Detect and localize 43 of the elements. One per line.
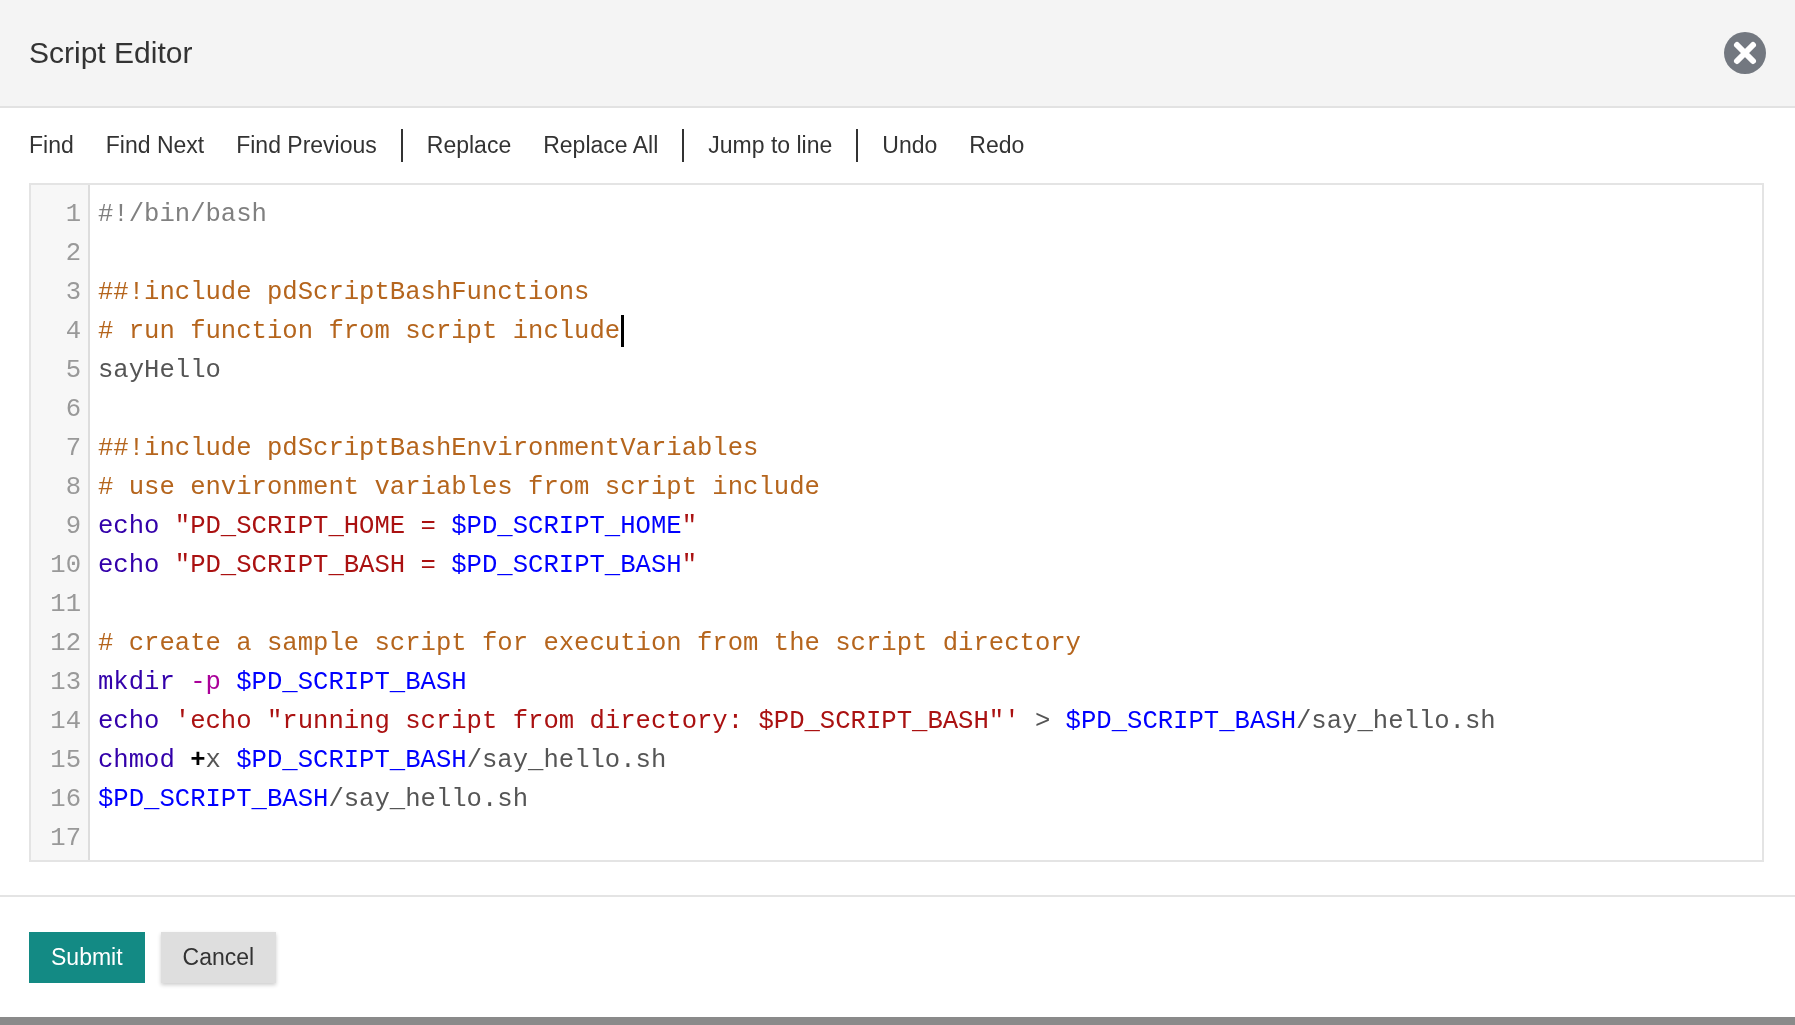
cancel-button[interactable]: Cancel — [160, 931, 277, 983]
dialog-title: Script Editor — [29, 35, 193, 70]
line-number: 10 — [49, 550, 81, 583]
toolbar-button[interactable]: Find Next — [105, 127, 205, 163]
toolbar-button[interactable]: Find Previous — [236, 127, 377, 163]
line-number: 7 — [64, 433, 81, 466]
line-number: 4 — [64, 316, 81, 349]
code-line: # use environment variables from script include — [98, 472, 820, 505]
line-number: 13 — [49, 667, 81, 700]
code-line: ##!include pdScriptBashEnvironmentVariables — [98, 433, 759, 466]
line-number: 1 — [64, 199, 81, 232]
line-number: 5 — [64, 355, 81, 388]
text-cursor — [621, 315, 625, 348]
line-number: 14 — [49, 706, 81, 739]
code-line: mkdir -p $PD_SCRIPT_BASH — [98, 667, 467, 700]
line-number: 15 — [49, 745, 81, 778]
line-number: 16 — [49, 784, 81, 817]
code-line: # run function from script include — [98, 316, 621, 349]
code-line: echo 'echo "running script from directory: $PD_SCRIPT_BASH"' > $PD_SCRIPT_BASH/say_hello.sh — [98, 706, 1496, 739]
line-number: 2 — [64, 238, 81, 271]
code-line: echo "PD_SCRIPT_HOME = $PD_SCRIPT_HOME" — [98, 511, 697, 544]
line-number: 12 — [49, 628, 81, 661]
line-number: 3 — [64, 277, 81, 310]
toolbar-button[interactable]: Jump to line — [708, 127, 833, 163]
submit-button[interactable]: Submit — [29, 931, 145, 983]
line-number: 6 — [64, 394, 81, 427]
toolbar-button[interactable]: Find — [29, 127, 74, 163]
toolbar-button[interactable]: Redo — [969, 127, 1025, 163]
code-line: chmod +x $PD_SCRIPT_BASH/say_hello.sh — [98, 745, 667, 778]
toolbar-button[interactable]: Undo — [882, 127, 938, 163]
code-line: # create a sample script for execution from the script directory — [98, 628, 1081, 661]
toolbar-button[interactable]: Replace All — [543, 127, 659, 163]
code-line: echo "PD_SCRIPT_BASH = $PD_SCRIPT_BASH" — [98, 550, 697, 583]
close-button[interactable] — [1723, 30, 1767, 75]
code-line: ##!include pdScriptBashFunctions — [98, 277, 590, 310]
code-line: #!/bin/bash — [98, 199, 267, 232]
code-line: $PD_SCRIPT_BASH/say_hello.sh — [98, 784, 529, 817]
line-number: 9 — [64, 511, 81, 544]
line-number: 17 — [49, 823, 81, 856]
code-line: sayHello — [98, 355, 221, 388]
line-number: 8 — [64, 472, 81, 505]
line-number: 11 — [49, 589, 81, 622]
toolbar-button[interactable]: Replace — [426, 127, 512, 163]
